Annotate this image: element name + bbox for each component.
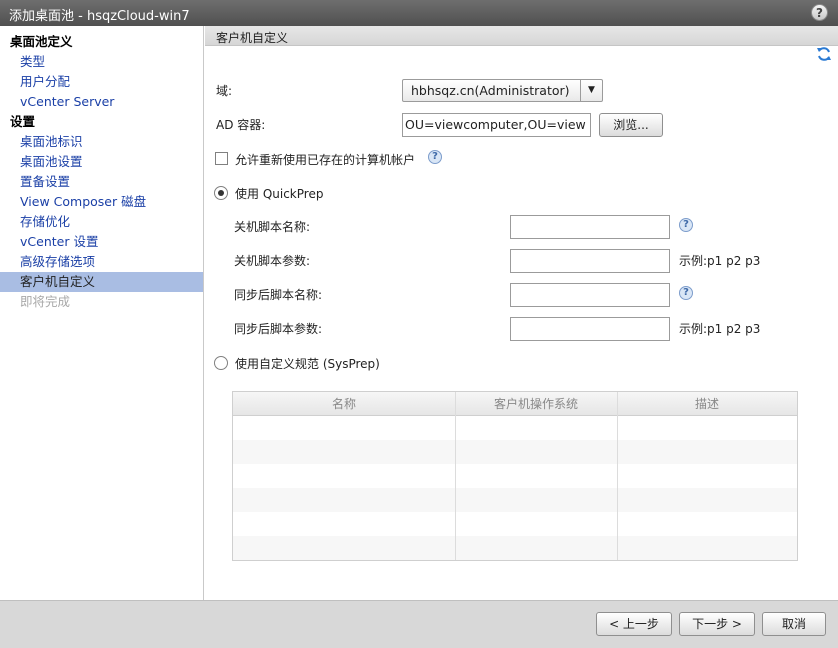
sidebar-item-vcenter-settings[interactable]: vCenter 设置 <box>0 232 203 252</box>
back-button[interactable]: < 上一步 <box>596 612 672 636</box>
domain-select[interactable]: hbhsqz.cn(Administrator) ▼ <box>402 79 603 102</box>
help-icon[interactable]: ? <box>428 150 442 164</box>
main-panel: 客户机自定义 域: hbhsqz.cn(Administrator) ▼ AD … <box>205 26 838 600</box>
column-divider <box>455 392 456 560</box>
ad-container-input[interactable]: OU=viewcomputer,OU=view <box>402 113 591 137</box>
sidebar-item-type[interactable]: 类型 <box>0 52 203 72</box>
table-row[interactable] <box>233 416 797 440</box>
sidebar-item-ready-to-complete: 即将完成 <box>20 294 71 309</box>
table-row[interactable] <box>233 512 797 536</box>
table-header: 名称 客户机操作系统 描述 <box>233 392 797 416</box>
quickprep-radio[interactable] <box>214 186 228 200</box>
sidebar-item-storage-optimization[interactable]: 存储优化 <box>0 212 203 232</box>
shutdown-script-params-input[interactable] <box>510 249 670 273</box>
table-row[interactable] <box>233 464 797 488</box>
table-row[interactable] <box>233 488 797 512</box>
shutdown-script-name-label: 关机脚本名称: <box>234 220 311 234</box>
sidebar-item-advanced-storage[interactable]: 高级存储选项 <box>0 252 203 272</box>
postsync-script-name-label: 同步后脚本名称: <box>234 288 323 302</box>
sysprep-label: 使用自定义规范 (SysPrep) <box>235 357 380 371</box>
postsync-script-params-input[interactable] <box>510 317 670 341</box>
wizard-sidebar: 桌面池定义 类型 用户分配 vCenter Server 设置 桌面池标识 桌面… <box>0 26 204 600</box>
window-title: 添加桌面池 - hsqzCloud-win7 <box>9 9 190 24</box>
cancel-button[interactable]: 取消 <box>762 612 826 636</box>
reuse-accounts-label: 允许重新使用已存在的计算机帐户 <box>235 153 416 167</box>
help-button[interactable]: ? <box>811 4 828 21</box>
sidebar-item-composer-disks[interactable]: View Composer 磁盘 <box>0 192 203 212</box>
table-row[interactable] <box>233 440 797 464</box>
quickprep-label: 使用 QuickPrep <box>235 187 324 201</box>
shutdown-script-name-input[interactable] <box>510 215 670 239</box>
wizard-footer: < 上一步 下一步 > 取消 <box>0 600 838 648</box>
browse-button[interactable]: 浏览... <box>599 113 663 137</box>
sidebar-item-vcenter-server[interactable]: vCenter Server <box>0 92 203 112</box>
domain-select-value: hbhsqz.cn(Administrator) <box>411 83 570 98</box>
window-titlebar: 添加桌面池 - hsqzCloud-win7 ? <box>0 0 838 26</box>
chevron-down-icon: ▼ <box>580 80 602 101</box>
shutdown-script-params-label: 关机脚本参数: <box>234 254 311 268</box>
shutdown-params-example: 示例:p1 p2 p3 <box>679 254 761 268</box>
sidebar-item-guest-customization[interactable]: 客户机自定义 <box>0 272 203 292</box>
postsync-script-name-input[interactable] <box>510 283 670 307</box>
domain-label: 域: <box>216 84 233 98</box>
column-divider <box>617 392 618 560</box>
sidebar-item-pool-id[interactable]: 桌面池标识 <box>0 132 203 152</box>
postsync-params-example: 示例:p1 p2 p3 <box>679 322 761 336</box>
sidebar-item-pool-settings[interactable]: 桌面池设置 <box>0 152 203 172</box>
column-header-guest-os[interactable]: 客户机操作系统 <box>455 392 617 416</box>
help-icon[interactable]: ? <box>679 218 693 232</box>
postsync-script-params-label: 同步后脚本参数: <box>234 322 323 336</box>
table-row[interactable] <box>233 536 797 560</box>
ad-container-label: AD 容器: <box>216 118 266 132</box>
sidebar-section-settings: 设置 <box>10 114 36 129</box>
refresh-icon[interactable] <box>816 46 832 62</box>
column-header-name[interactable]: 名称 <box>233 392 455 416</box>
sidebar-item-provisioning[interactable]: 置备设置 <box>0 172 203 192</box>
reuse-accounts-checkbox[interactable] <box>215 152 228 165</box>
help-icon[interactable]: ? <box>679 286 693 300</box>
sidebar-item-user-assignment[interactable]: 用户分配 <box>0 72 203 92</box>
next-button[interactable]: 下一步 > <box>679 612 755 636</box>
panel-header: 客户机自定义 <box>205 26 838 46</box>
column-header-description[interactable]: 描述 <box>617 392 797 416</box>
sysprep-radio[interactable] <box>214 356 228 370</box>
customization-spec-table[interactable]: 名称 客户机操作系统 描述 <box>232 391 798 561</box>
sidebar-section-pool-definition: 桌面池定义 <box>10 34 73 49</box>
